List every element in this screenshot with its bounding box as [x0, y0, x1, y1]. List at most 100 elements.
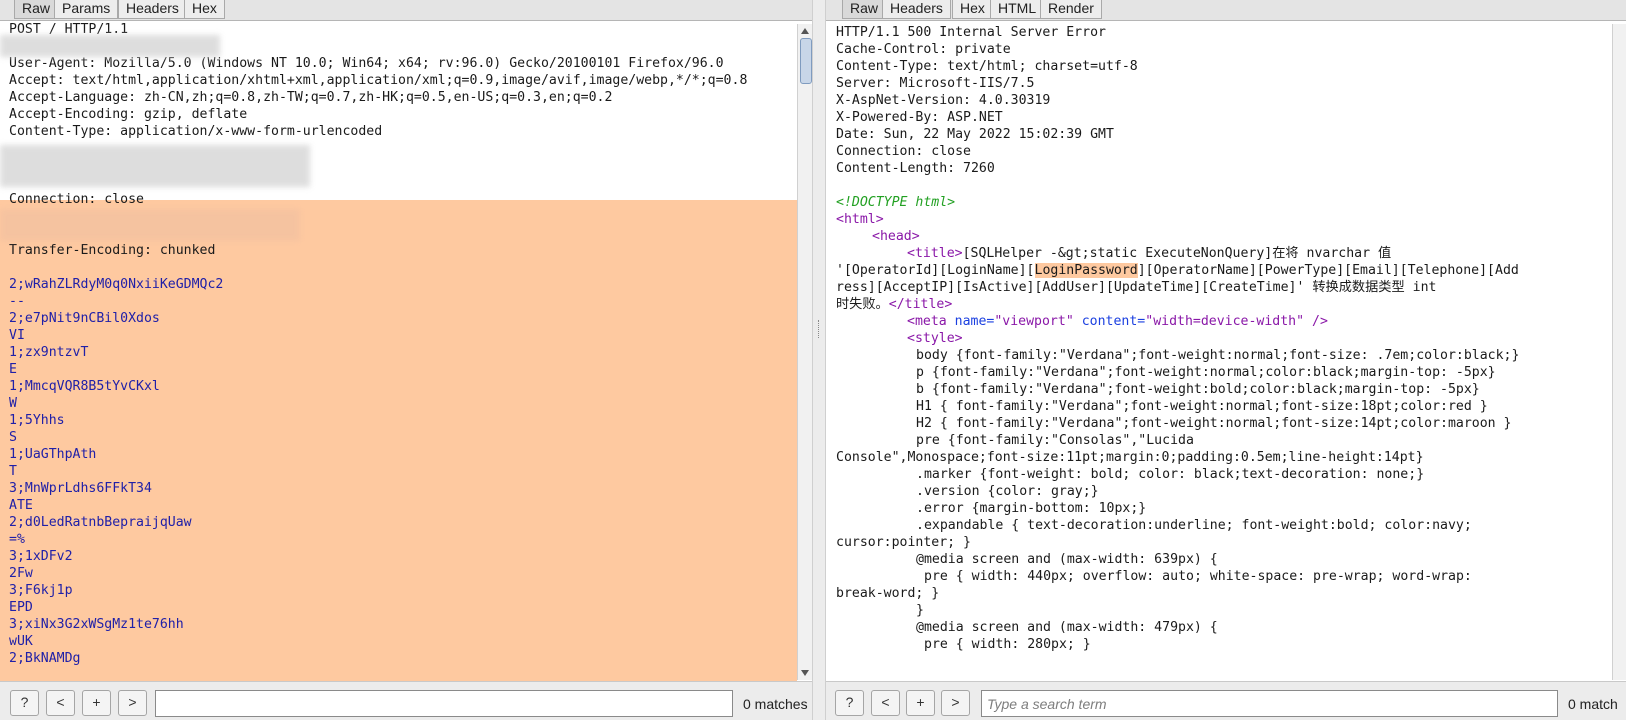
chunk-line: =%	[9, 532, 25, 547]
css-line: Console",Monospace;font-size:11pt;margin…	[836, 450, 1424, 465]
css-line: break-word; }	[836, 586, 940, 601]
chunk-line: 1;5Yhhs	[9, 413, 65, 428]
redaction-blur	[0, 35, 220, 57]
scroll-up-arrow-icon[interactable]	[801, 28, 809, 34]
css-line: H1 { font-family:"Verdana";font-weight:n…	[916, 399, 1488, 414]
request-line: Accept-Language: zh-CN,zh;q=0.8,zh-TW;q=…	[9, 90, 613, 105]
css-line: }	[916, 603, 924, 618]
search-next-button[interactable]: >	[118, 690, 147, 716]
css-line: .marker {font-weight: bold; color: black…	[916, 467, 1425, 482]
css-line: .version {color: gray;}	[916, 484, 1099, 499]
css-line: p {font-family:"Verdana";font-weight:nor…	[916, 365, 1496, 380]
title-text: ][OperatorName][PowerType][Email][Teleph…	[1137, 263, 1519, 278]
css-line: pre { width: 440px; overflow: auto; whit…	[924, 569, 1472, 584]
scroll-thumb[interactable]	[800, 38, 812, 84]
chunk-line: 3;F6kj1p	[9, 583, 73, 598]
css-line: @media screen and (max-width: 479px) {	[916, 620, 1218, 635]
css-line: cursor:pointer; }	[836, 535, 971, 550]
chunk-line: EPD	[9, 600, 33, 615]
css-line: .error {margin-bottom: 10px;}	[916, 501, 1147, 516]
title-open-tag: <title>	[907, 246, 963, 261]
tab-hex[interactable]: Hex	[184, 0, 225, 19]
redaction-blur	[0, 209, 300, 241]
request-editor[interactable]: POST / HTTP/1.1 User-Agent: Mozilla/5.0 …	[0, 21, 797, 684]
request-pane: Raw Params Headers Hex POST / HTTP/1.1 U…	[0, 0, 812, 720]
title-line: 时失败。</title>	[836, 296, 952, 313]
pane-splitter[interactable]	[812, 0, 826, 720]
chunk-line: 1;UaGThpAth	[9, 447, 97, 462]
search-highlight: LoginPassword	[1034, 263, 1138, 278]
tab-raw[interactable]: Raw	[14, 0, 59, 19]
meta-attr-value: "viewport"	[994, 314, 1074, 329]
chunk-line: S	[9, 430, 17, 445]
response-pane: Raw Headers Hex HTML Render HTTP/1.1 500…	[826, 0, 1626, 720]
response-tab-bar: Raw Headers Hex HTML Render	[826, 0, 1626, 21]
title-line: ress][AcceptIP][IsActive][AddUser][Updat…	[836, 280, 1437, 295]
search-next-button[interactable]: >	[941, 690, 970, 716]
request-line: Connection: close	[9, 192, 144, 207]
request-search-input[interactable]	[155, 690, 733, 717]
chunk-line: 2;wRahZLRdyM0q0NxiiKeGDMQc2	[9, 277, 224, 292]
meta-attr-value: "width=device-width"	[1145, 314, 1305, 329]
chunk-line: wUK	[9, 634, 33, 649]
request-tab-bar: Raw Params Headers Hex	[0, 0, 812, 21]
title-close-tag: </title>	[888, 297, 953, 312]
chunk-line: 1;zx9ntzvT	[9, 345, 89, 360]
search-prev-button[interactable]: <	[46, 690, 75, 716]
scroll-down-arrow-icon[interactable]	[801, 670, 809, 676]
chunk-line: VI	[9, 328, 25, 343]
title-text: [SQLHelper -&gt;static ExecuteNonQuery]在…	[962, 246, 1392, 261]
tab-raw[interactable]: Raw	[842, 0, 887, 19]
chunk-line: 2Fw	[9, 566, 33, 581]
meta-attr-name: content=	[1081, 314, 1146, 329]
html-open-tag: <html>	[836, 212, 884, 227]
search-prev-button[interactable]: <	[871, 690, 900, 716]
response-header-line: HTTP/1.1 500 Internal Server Error	[836, 25, 1106, 40]
chunk-line: 2;d0LedRatnbBepraijqUaw	[9, 515, 192, 530]
response-header-line: Server: Microsoft-IIS/7.5	[836, 76, 1035, 91]
response-editor[interactable]: HTTP/1.1 500 Internal Server Error Cache…	[826, 21, 1612, 684]
request-line: Accept-Encoding: gzip, deflate	[9, 107, 248, 122]
chunk-line: T	[9, 464, 17, 479]
chunk-line: 2;BkNAMDg	[9, 651, 81, 666]
search-add-button[interactable]: +	[82, 690, 111, 716]
response-header-line: X-AspNet-Version: 4.0.30319	[836, 93, 1051, 108]
response-scrollbar[interactable]	[1612, 24, 1626, 680]
css-line: b {font-family:"Verdana";font-weight:bol…	[916, 382, 1480, 397]
response-header-line: Content-Length: 7260	[836, 161, 995, 176]
request-line: User-Agent: Mozilla/5.0 (Windows NT 10.0…	[9, 56, 724, 71]
request-scrollbar[interactable]	[797, 24, 812, 680]
response-match-count: 0 match	[1568, 696, 1618, 712]
tab-html[interactable]: HTML	[990, 0, 1045, 19]
selected-body-highlight	[0, 200, 797, 684]
chunk-line: E	[9, 362, 17, 377]
redaction-blur	[0, 145, 310, 187]
response-search-input[interactable]	[981, 690, 1558, 717]
response-header-line: Cache-Control: private	[836, 42, 1011, 57]
search-add-button[interactable]: +	[906, 690, 935, 716]
tab-headers[interactable]: Headers	[118, 0, 187, 19]
head-open-tag: <head>	[872, 229, 920, 244]
title-text: 时失败。	[836, 297, 889, 312]
css-line: pre { width: 280px; }	[924, 637, 1091, 652]
title-line: '[OperatorId][LoginName][LoginPassword][…	[836, 262, 1519, 279]
response-header-line: Connection: close	[836, 144, 971, 159]
splitter-grip-icon	[818, 320, 821, 338]
title-line: <title>[SQLHelper -&gt;static ExecuteNon…	[907, 245, 1391, 262]
tab-params[interactable]: Params	[54, 0, 119, 19]
request-line: Accept: text/html,application/xhtml+xml,…	[9, 73, 748, 88]
response-header-line: X-Powered-By: ASP.NET	[836, 110, 1003, 125]
request-line: Content-Type: application/x-www-form-url…	[9, 124, 383, 139]
tab-render[interactable]: Render	[1040, 0, 1102, 19]
search-help-button[interactable]: ?	[10, 690, 39, 716]
css-line: body {font-family:"Verdana";font-weight:…	[916, 348, 1520, 363]
tab-hex[interactable]: Hex	[952, 0, 993, 19]
search-help-button[interactable]: ?	[835, 690, 864, 716]
request-search-bar: ? < + > 0 matches	[0, 681, 812, 720]
tab-headers[interactable]: Headers	[882, 0, 951, 19]
response-header-line: Date: Sun, 22 May 2022 15:02:39 GMT	[836, 127, 1114, 142]
html-doctype: <!DOCTYPE html>	[836, 195, 956, 210]
chunk-line: ATE	[9, 498, 33, 513]
title-text: '[OperatorId][LoginName][	[836, 263, 1035, 278]
meta-line: <meta name="viewport" content="width=dev…	[907, 313, 1328, 330]
